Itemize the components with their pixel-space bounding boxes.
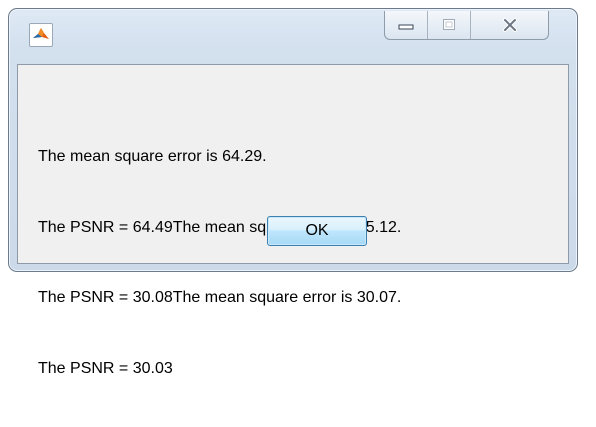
message-line: The PSNR = 30.03	[38, 359, 173, 377]
minimize-icon	[398, 24, 414, 30]
matlab-icon[interactable]	[29, 23, 53, 47]
message-dialog-window: The mean square error is 64.29. The PSNR…	[8, 8, 578, 377]
message-line: The PSNR = 30.08The mean square error is…	[38, 289, 402, 306]
minimize-button[interactable]	[385, 11, 428, 39]
title-bar[interactable]	[9, 9, 577, 59]
maximize-icon	[443, 19, 455, 30]
caption-buttons	[384, 11, 549, 40]
dialog-content: The mean square error is 64.29. The PSNR…	[17, 64, 569, 377]
message-text: The mean square error is 64.29. The PSNR…	[38, 98, 401, 427]
message-line: The mean square error is 64.29.	[38, 148, 267, 165]
maximize-button[interactable]	[428, 11, 471, 39]
close-button[interactable]	[471, 11, 548, 39]
ok-button[interactable]: OK	[267, 216, 367, 246]
close-icon	[502, 18, 517, 32]
